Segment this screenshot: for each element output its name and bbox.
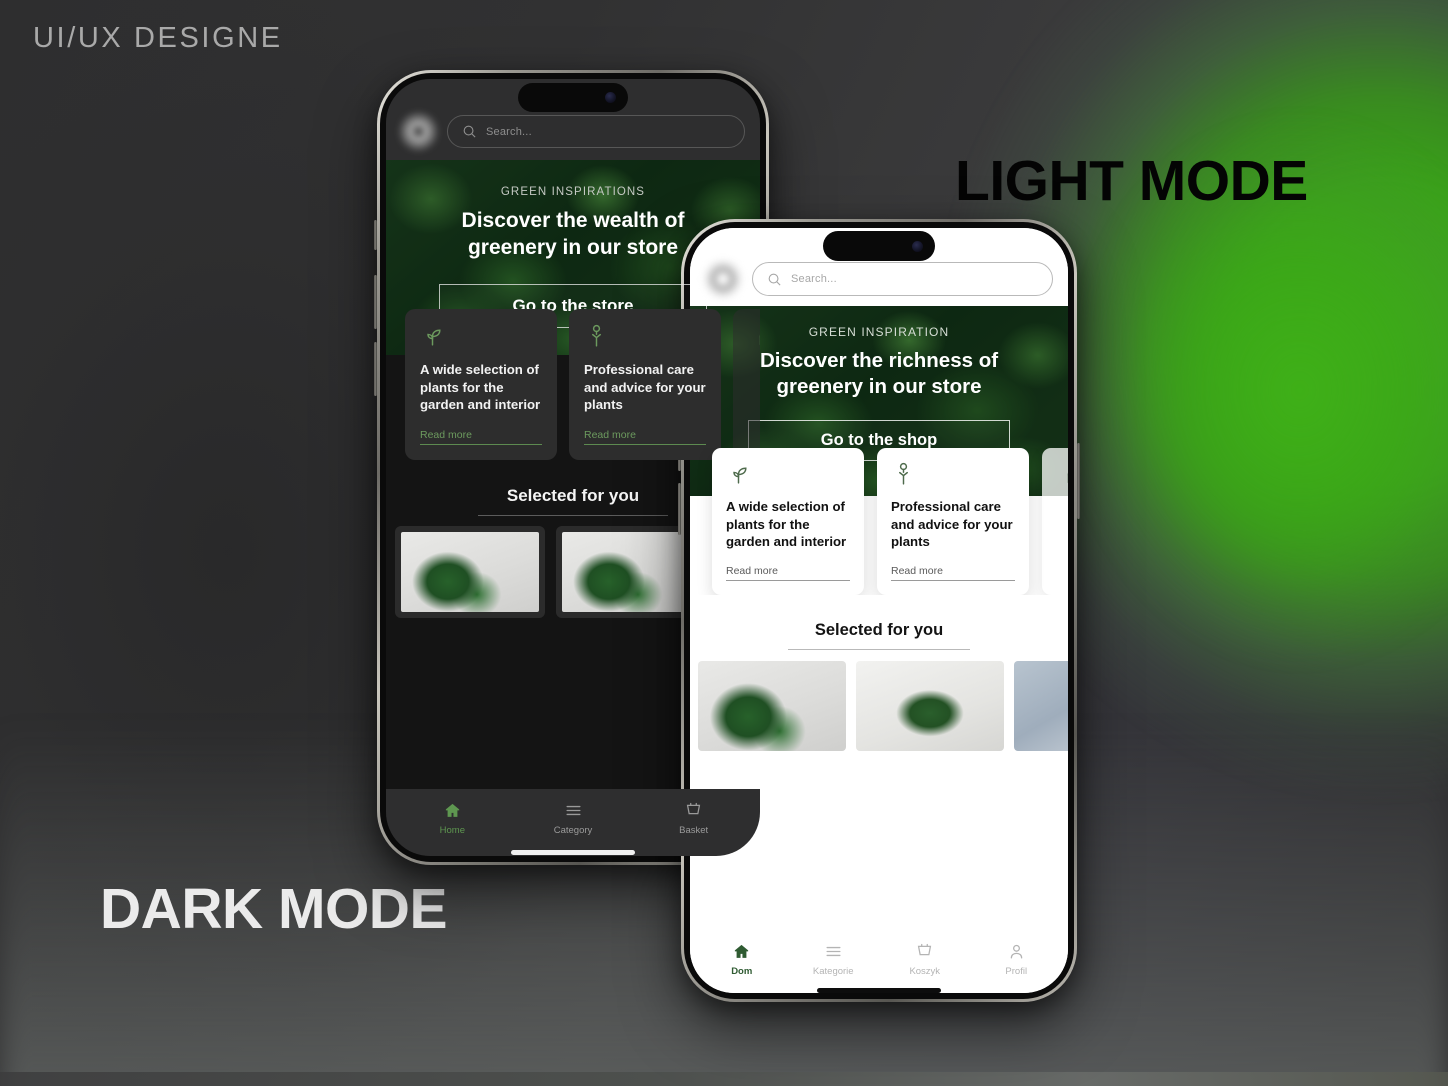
read-more-link[interactable]: Read more <box>891 565 1015 581</box>
nav-label: Home <box>439 825 465 836</box>
sprout-icon <box>427 329 441 346</box>
menu-icon <box>826 946 841 957</box>
search-input[interactable]: Search... <box>447 115 745 148</box>
product-card[interactable] <box>1014 660 1068 751</box>
cart-icon <box>686 802 701 815</box>
nav-label: Dom <box>731 966 753 977</box>
nav-label: Profil <box>1005 966 1028 977</box>
feature-card-title: Professional care and advice for your pl… <box>584 362 706 413</box>
feature-cards-rail[interactable]: A wide selection of plants for the garde… <box>690 448 1068 595</box>
dynamic-island <box>823 231 935 261</box>
nav-item-koszyk[interactable]: Koszyk <box>879 942 971 977</box>
feature-card[interactable] <box>733 309 760 460</box>
dynamic-island <box>518 83 628 112</box>
home-indicator[interactable] <box>511 850 635 855</box>
section-underline <box>788 648 970 650</box>
menu-icon <box>565 805 581 816</box>
home-indicator[interactable] <box>817 988 941 993</box>
sprout-icon <box>759 334 760 345</box>
home-icon <box>735 944 749 958</box>
search-placeholder-text: Search... <box>486 125 532 138</box>
tree-icon <box>592 325 601 347</box>
feature-card[interactable]: A wide selection of plants for the garde… <box>712 448 864 595</box>
background-bottom-strip <box>0 1072 1448 1086</box>
hero-title: Discover the wealth of greenery in our s… <box>461 209 685 260</box>
product-card[interactable] <box>395 525 545 618</box>
phone-power-button[interactable] <box>1077 443 1080 519</box>
front-camera-icon <box>605 92 616 103</box>
nav-label: Kategorie <box>812 966 854 977</box>
product-card[interactable] <box>856 660 1004 751</box>
feature-card-title: Professional care and advice for your pl… <box>891 499 1013 550</box>
nav-label: Koszyk <box>909 966 941 977</box>
nav-item-kategorie[interactable]: Kategorie <box>788 942 880 977</box>
feature-card-title: A wide selection of plants for the garde… <box>726 499 847 550</box>
section-title: Selected for you <box>506 485 640 505</box>
hero-title: Discover the richness of greenery in our… <box>759 349 999 399</box>
feature-card[interactable] <box>1042 448 1068 595</box>
product-image <box>562 531 700 612</box>
nav-label: Category <box>553 825 593 836</box>
app-logo-icon[interactable] <box>706 262 740 296</box>
product-rail[interactable] <box>690 660 1068 751</box>
front-camera-icon <box>912 240 923 252</box>
dark-mode-label: DARK MODE <box>100 877 448 941</box>
nav-item-profil[interactable]: Profil <box>971 942 1063 977</box>
search-placeholder-text: Search... <box>791 273 837 285</box>
feature-cards-rail[interactable]: A wide selection of plants for the garde… <box>386 309 760 460</box>
poster-heading: UI/UX DESIGNE <box>33 22 283 54</box>
tree-icon <box>899 463 908 485</box>
sprout-icon <box>1067 472 1068 483</box>
product-image <box>401 531 539 612</box>
cart-icon <box>918 943 932 956</box>
bottom-navigation-bar[interactable]: Dom Kategorie Koszyk Profil <box>690 930 1068 993</box>
nav-label: Basket <box>679 825 709 836</box>
feature-card[interactable]: Professional care and advice for your pl… <box>569 309 721 460</box>
search-icon <box>768 273 781 286</box>
app-logo-icon[interactable] <box>402 115 435 148</box>
nav-item-basket[interactable]: Basket <box>633 801 754 836</box>
selected-for-you-section: Selected for you <box>690 594 1068 661</box>
product-card[interactable] <box>698 660 846 751</box>
profile-icon <box>1010 944 1023 959</box>
section-title: Selected for you <box>814 620 944 639</box>
hero-kicker: GREEN INSPIRATIONS <box>500 186 646 198</box>
nav-item-dom[interactable]: Dom <box>696 942 788 977</box>
bottom-navigation-bar[interactable]: Home Category Basket <box>386 789 760 856</box>
search-icon <box>463 125 476 138</box>
hero-kicker: GREEN INSPIRATION <box>808 325 950 339</box>
read-more-link[interactable]: Read more <box>584 429 706 445</box>
sprout-icon <box>733 467 747 484</box>
section-underline <box>478 514 668 516</box>
feature-card-title: A wide selection of plants for the garde… <box>420 362 541 413</box>
search-input[interactable]: Search... <box>752 262 1053 296</box>
light-mode-label: LIGHT MODE <box>955 149 1308 213</box>
nav-item-home[interactable]: Home <box>392 801 513 836</box>
nav-item-category[interactable]: Category <box>513 801 634 836</box>
read-more-link[interactable]: Read more <box>420 429 542 445</box>
home-icon <box>445 803 459 817</box>
feature-card[interactable]: A wide selection of plants for the garde… <box>405 309 557 460</box>
feature-card[interactable]: Professional care and advice for your pl… <box>877 448 1029 595</box>
read-more-link[interactable]: Read more <box>726 565 850 581</box>
